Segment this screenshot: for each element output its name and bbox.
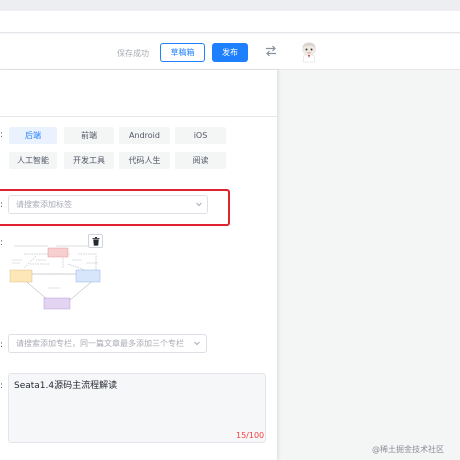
abstract-char-count: 15/100: [236, 431, 265, 440]
draft-box-button[interactable]: 草稿箱: [160, 43, 205, 62]
column-select[interactable]: 请搜索添加专栏，同一篇文章最多添加三个专栏: [8, 334, 207, 353]
category-chip[interactable]: 后端: [9, 127, 57, 144]
cover-label-colon: :: [0, 238, 4, 248]
category-chip[interactable]: 阅读: [175, 152, 226, 169]
category-chip[interactable]: 代码人生: [119, 152, 170, 169]
watermark: @稀土掘金技术社区: [372, 445, 444, 454]
tag-select-placeholder: 请搜索添加标签: [16, 200, 72, 209]
tag-label-colon: :: [0, 200, 4, 210]
browser-strip: [0, 0, 460, 11]
user-avatar[interactable]: [299, 41, 319, 63]
chevron-down-icon: [192, 335, 202, 352]
switch-editor-icon[interactable]: [264, 44, 278, 58]
chevron-down-icon: [196, 202, 202, 207]
tag-select[interactable]: 请搜索添加标签: [8, 195, 208, 214]
category-chip[interactable]: Android: [119, 127, 170, 144]
trash-icon: [92, 237, 100, 246]
category-chip[interactable]: 开发工具: [64, 152, 114, 169]
category-chip[interactable]: iOS: [175, 127, 226, 144]
publish-button[interactable]: 发布: [212, 43, 248, 62]
delete-cover-button[interactable]: [88, 234, 103, 248]
page-header: [0, 11, 460, 33]
panel-divider: [0, 116, 278, 117]
column-select-placeholder: 请搜索添加专栏，同一篇文章最多添加三个专栏: [16, 339, 184, 348]
save-status: 保存成功: [117, 49, 149, 58]
category-chip[interactable]: 人工智能: [9, 152, 57, 169]
column-label-colon: :: [0, 340, 4, 350]
abstract-text: Seata1.4源码主流程解读: [14, 381, 118, 391]
abstract-label-colon: :: [0, 381, 4, 391]
category-chip[interactable]: 前端: [64, 127, 114, 144]
category-label-colon: :: [0, 130, 4, 140]
